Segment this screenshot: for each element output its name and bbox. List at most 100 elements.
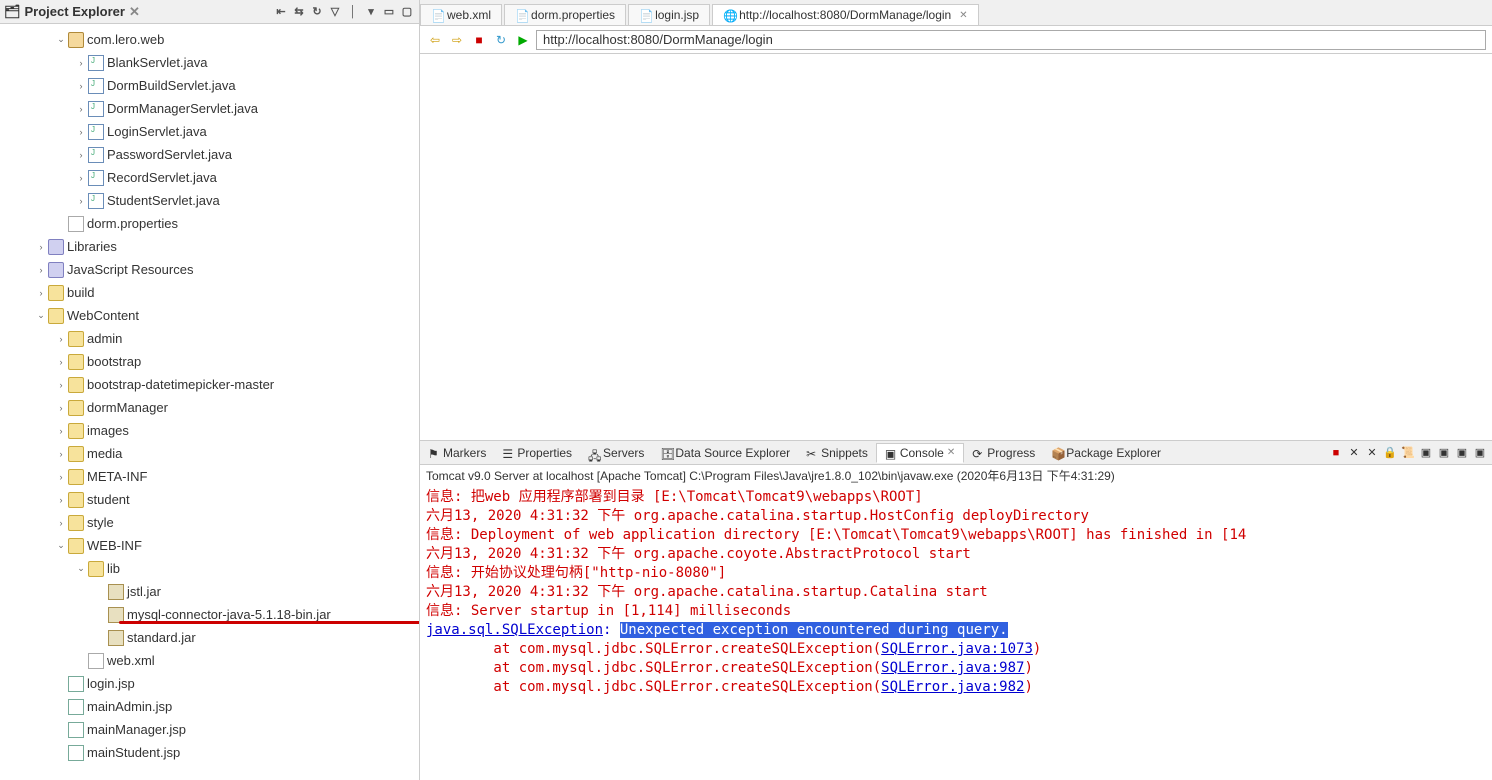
console-toolbar-button[interactable]: ✕	[1364, 445, 1380, 461]
view-menu-icon[interactable]: ▾	[363, 4, 379, 20]
tree-item[interactable]: ›StudentServlet.java	[0, 189, 419, 212]
tree-item[interactable]: ›media	[0, 442, 419, 465]
source-link[interactable]: SQLError.java:987	[881, 660, 1024, 676]
collapse-all-icon[interactable]: ⇤	[273, 4, 289, 20]
tree-item[interactable]: mysql-connector-java-5.1.18-bin.jar	[0, 603, 419, 626]
tree-twist-icon[interactable]: ›	[74, 173, 88, 183]
tree-twist-icon[interactable]: ›	[74, 127, 88, 137]
tree-item[interactable]: ⌄lib	[0, 557, 419, 580]
bottom-tab-servers[interactable]: 🖧Servers	[580, 444, 652, 462]
tree-item[interactable]: ›META-INF	[0, 465, 419, 488]
tree-item[interactable]: ›build	[0, 281, 419, 304]
close-icon[interactable]: ✕	[947, 447, 955, 458]
link-editor-icon[interactable]: ⇆	[291, 4, 307, 20]
tree-twist-icon[interactable]: ›	[54, 357, 68, 367]
tree-item[interactable]: dorm.properties	[0, 212, 419, 235]
maximize-icon[interactable]: ▢	[399, 4, 415, 20]
tree-item[interactable]: ›PasswordServlet.java	[0, 143, 419, 166]
tree-twist-icon[interactable]: ›	[34, 242, 48, 252]
tree-twist-icon[interactable]: ›	[74, 81, 88, 91]
tree-twist-icon[interactable]: ⌄	[54, 540, 68, 551]
tree-twist-icon[interactable]: ›	[54, 380, 68, 390]
tree-item[interactable]: ›DormBuildServlet.java	[0, 74, 419, 97]
tree-twist-icon[interactable]: ⌄	[74, 563, 88, 574]
tree-item[interactable]: ⌄com.lero.web	[0, 28, 419, 51]
tree-item[interactable]: ›BlankServlet.java	[0, 51, 419, 74]
tree-twist-icon[interactable]: ›	[54, 426, 68, 436]
tree-twist-icon[interactable]: ›	[54, 518, 68, 528]
tree-twist-icon[interactable]: ›	[34, 265, 48, 275]
bottom-tab-data-source-explorer[interactable]: 🗄Data Source Explorer	[652, 444, 798, 462]
tree-twist-icon[interactable]: ›	[74, 104, 88, 114]
tree-item[interactable]: ›bootstrap	[0, 350, 419, 373]
refresh-icon[interactable]: ↻	[309, 4, 325, 20]
tree-item[interactable]: ›images	[0, 419, 419, 442]
tree-item[interactable]: login.jsp	[0, 672, 419, 695]
tree-item[interactable]: ›LoginServlet.java	[0, 120, 419, 143]
tree-item[interactable]: ⌄WebContent	[0, 304, 419, 327]
console-toolbar-button[interactable]: 🔒	[1382, 445, 1398, 461]
editor-tab[interactable]: 📄dorm.properties	[504, 4, 626, 25]
filter-icon[interactable]: ▽	[327, 4, 343, 20]
exception-link[interactable]: java.sql.SQLException	[426, 622, 603, 638]
forward-button[interactable]: ⇨	[448, 31, 466, 49]
tree-twist-icon[interactable]: ›	[54, 449, 68, 459]
props-icon: ☰	[502, 447, 514, 459]
close-icon[interactable]: ✕	[959, 10, 967, 21]
tree-item[interactable]: mainManager.jsp	[0, 718, 419, 741]
tree-item[interactable]: ›student	[0, 488, 419, 511]
console-output[interactable]: 信息: 把web 应用程序部署到目录 [E:\Tomcat\Tomcat9\we…	[420, 486, 1492, 780]
console-toolbar-button[interactable]: ▣	[1418, 445, 1434, 461]
back-button[interactable]: ⇦	[426, 31, 444, 49]
tree-item[interactable]: jstl.jar	[0, 580, 419, 603]
console-toolbar-button[interactable]: ■	[1328, 445, 1344, 461]
tree-item[interactable]: mainStudent.jsp	[0, 741, 419, 764]
bottom-tab-progress[interactable]: ⟳Progress	[964, 444, 1043, 462]
bottom-tab-console[interactable]: ▣Console ✕	[876, 443, 964, 463]
console-toolbar-button[interactable]: 📜	[1400, 445, 1416, 461]
tree-twist-icon[interactable]: ⌄	[54, 34, 68, 45]
tree-item[interactable]: mainAdmin.jsp	[0, 695, 419, 718]
tree-item[interactable]: standard.jar	[0, 626, 419, 649]
project-tree[interactable]: ⌄com.lero.web›BlankServlet.java›DormBuil…	[0, 24, 419, 780]
editor-tab[interactable]: 🌐http://localhost:8080/DormManage/login✕	[712, 4, 979, 25]
bottom-tab-properties[interactable]: ☰Properties	[494, 444, 580, 462]
console-toolbar-button[interactable]: ▣	[1472, 445, 1488, 461]
source-link[interactable]: SQLError.java:1073	[881, 641, 1033, 657]
tree-twist-icon[interactable]: ›	[54, 495, 68, 505]
tree-item[interactable]: ›DormManagerServlet.java	[0, 97, 419, 120]
editor-tab[interactable]: 📄web.xml	[420, 4, 502, 25]
minimize-icon[interactable]: ▭	[381, 4, 397, 20]
url-field[interactable]: http://localhost:8080/DormManage/login	[536, 30, 1486, 50]
bottom-tab-markers[interactable]: ⚑Markers	[420, 444, 494, 462]
console-toolbar-button[interactable]: ✕	[1346, 445, 1362, 461]
bottom-tab-package-explorer[interactable]: 📦Package Explorer	[1043, 444, 1169, 462]
tree-twist-icon[interactable]: ›	[54, 334, 68, 344]
view-close-x[interactable]: ✕	[129, 4, 140, 20]
tree-twist-icon[interactable]: ›	[34, 288, 48, 298]
tree-item[interactable]: ›JavaScript Resources	[0, 258, 419, 281]
browser-body[interactable]	[420, 54, 1492, 440]
stop-button[interactable]: ■	[470, 31, 488, 49]
source-link[interactable]: SQLError.java:982	[881, 679, 1024, 695]
tree-item[interactable]: ⌄WEB-INF	[0, 534, 419, 557]
tree-twist-icon[interactable]: ⌄	[34, 310, 48, 321]
tree-item[interactable]: ›admin	[0, 327, 419, 350]
console-toolbar-button[interactable]: ▣	[1454, 445, 1470, 461]
tree-twist-icon[interactable]: ›	[74, 58, 88, 68]
go-button[interactable]: ▶	[514, 31, 532, 49]
tree-item[interactable]: ›dormManager	[0, 396, 419, 419]
tree-item[interactable]: ›RecordServlet.java	[0, 166, 419, 189]
tree-item[interactable]: web.xml	[0, 649, 419, 672]
tree-twist-icon[interactable]: ›	[54, 472, 68, 482]
editor-tab[interactable]: 📄login.jsp	[628, 4, 710, 25]
tree-twist-icon[interactable]: ›	[74, 196, 88, 206]
console-toolbar-button[interactable]: ▣	[1436, 445, 1452, 461]
bottom-tab-snippets[interactable]: ✂Snippets	[798, 444, 876, 462]
tree-twist-icon[interactable]: ›	[74, 150, 88, 160]
refresh-button[interactable]: ↻	[492, 31, 510, 49]
tree-item[interactable]: ›Libraries	[0, 235, 419, 258]
tree-item[interactable]: ›style	[0, 511, 419, 534]
tree-twist-icon[interactable]: ›	[54, 403, 68, 413]
tree-item[interactable]: ›bootstrap-datetimepicker-master	[0, 373, 419, 396]
